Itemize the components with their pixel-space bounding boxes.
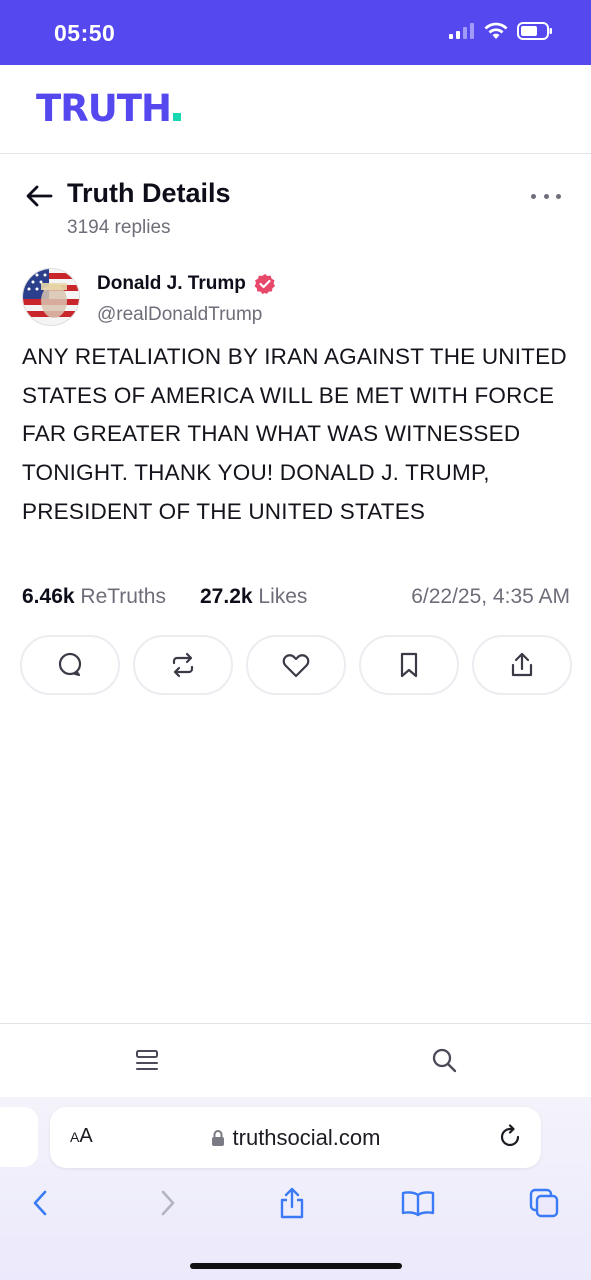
page-title: Truth Details xyxy=(67,178,231,208)
app-header: TRUTH xyxy=(0,65,591,154)
likes-count: 27.2k xyxy=(200,585,253,608)
home-indicator xyxy=(190,1263,402,1269)
browser-tabs-button[interactable] xyxy=(524,1183,564,1223)
reload-button[interactable] xyxy=(497,1124,523,1150)
back-button[interactable] xyxy=(22,179,56,213)
bookmark-icon xyxy=(400,652,418,678)
likes-label: Likes xyxy=(258,585,308,608)
browser-back-button[interactable] xyxy=(20,1183,60,1223)
truth-logo[interactable]: TRUTH xyxy=(36,87,181,130)
browser-toolbar xyxy=(0,1183,591,1223)
tabs-icon xyxy=(529,1188,559,1218)
retruths-label: ReTruths xyxy=(80,585,166,608)
post-actions xyxy=(20,635,572,695)
heart-icon xyxy=(282,654,310,678)
browser-bookmarks-button[interactable] xyxy=(398,1183,438,1223)
arrow-left-icon xyxy=(26,185,53,207)
nav-search-button[interactable] xyxy=(430,1046,458,1074)
nav-menu-button[interactable] xyxy=(134,1048,160,1074)
logo-text: TRUTH xyxy=(36,87,172,130)
browser-chrome: AA truthsocial.com xyxy=(0,1097,591,1280)
browser-share-button[interactable] xyxy=(272,1183,312,1223)
dot-icon xyxy=(543,193,549,199)
reply-button[interactable] xyxy=(20,635,120,695)
status-time: 05:50 xyxy=(54,20,116,46)
avatar-image xyxy=(23,269,79,325)
wifi-icon xyxy=(484,22,508,39)
share-icon xyxy=(511,652,533,677)
retruths-count: 6.46k xyxy=(22,585,75,608)
menu-icon xyxy=(136,1050,158,1070)
retruth-icon xyxy=(172,652,194,678)
author-name[interactable]: Donald J. Trump xyxy=(97,273,246,295)
book-icon xyxy=(401,1191,435,1217)
chevron-right-icon xyxy=(161,1190,175,1216)
status-icons xyxy=(449,22,553,40)
likes-stat[interactable]: 27.2k Likes xyxy=(200,585,307,609)
retruths-stat[interactable]: 6.46k ReTruths xyxy=(22,585,166,609)
verified-badge-icon xyxy=(254,274,275,294)
reload-icon xyxy=(500,1124,520,1147)
bookmark-button[interactable] xyxy=(359,635,459,695)
battery-icon xyxy=(517,22,552,40)
reply-icon xyxy=(58,652,82,677)
more-options-button[interactable] xyxy=(531,189,561,203)
dot-icon xyxy=(531,193,536,199)
status-bar: 05:50 xyxy=(0,0,591,65)
post-text: ANY RETALIATION BY IRAN AGAINST THE UNIT… xyxy=(22,344,567,524)
post-timestamp: 6/22/25, 4:35 AM xyxy=(411,585,570,608)
retruth-button[interactable] xyxy=(133,635,233,695)
like-button[interactable] xyxy=(246,635,346,695)
post-stats: 6.46k ReTruths 27.2k Likes 6/22/25, 4:35… xyxy=(22,585,570,615)
address-bar[interactable]: AA truthsocial.com xyxy=(50,1107,541,1168)
lock-icon xyxy=(211,1130,224,1146)
bottom-nav xyxy=(0,1023,591,1097)
browser-forward-button[interactable] xyxy=(148,1183,188,1223)
signal-icon xyxy=(449,23,474,39)
avatar[interactable] xyxy=(22,268,80,326)
share-button[interactable] xyxy=(472,635,572,695)
search-icon xyxy=(432,1048,457,1073)
logo-dot xyxy=(172,113,181,121)
detail-header: Truth Details 3194 replies xyxy=(0,155,591,255)
post-author: Donald J. Trump @realDonaldTrump xyxy=(22,266,570,330)
url-display[interactable]: truthsocial.com xyxy=(50,1125,541,1151)
author-handle[interactable]: @realDonaldTrump xyxy=(97,304,262,326)
url-text: truthsocial.com xyxy=(232,1125,381,1150)
previous-tab-preview[interactable] xyxy=(0,1107,38,1167)
reply-count: 3194 replies xyxy=(67,217,171,238)
share-icon xyxy=(280,1187,304,1219)
dot-icon xyxy=(556,193,561,199)
chevron-left-icon xyxy=(33,1190,47,1216)
